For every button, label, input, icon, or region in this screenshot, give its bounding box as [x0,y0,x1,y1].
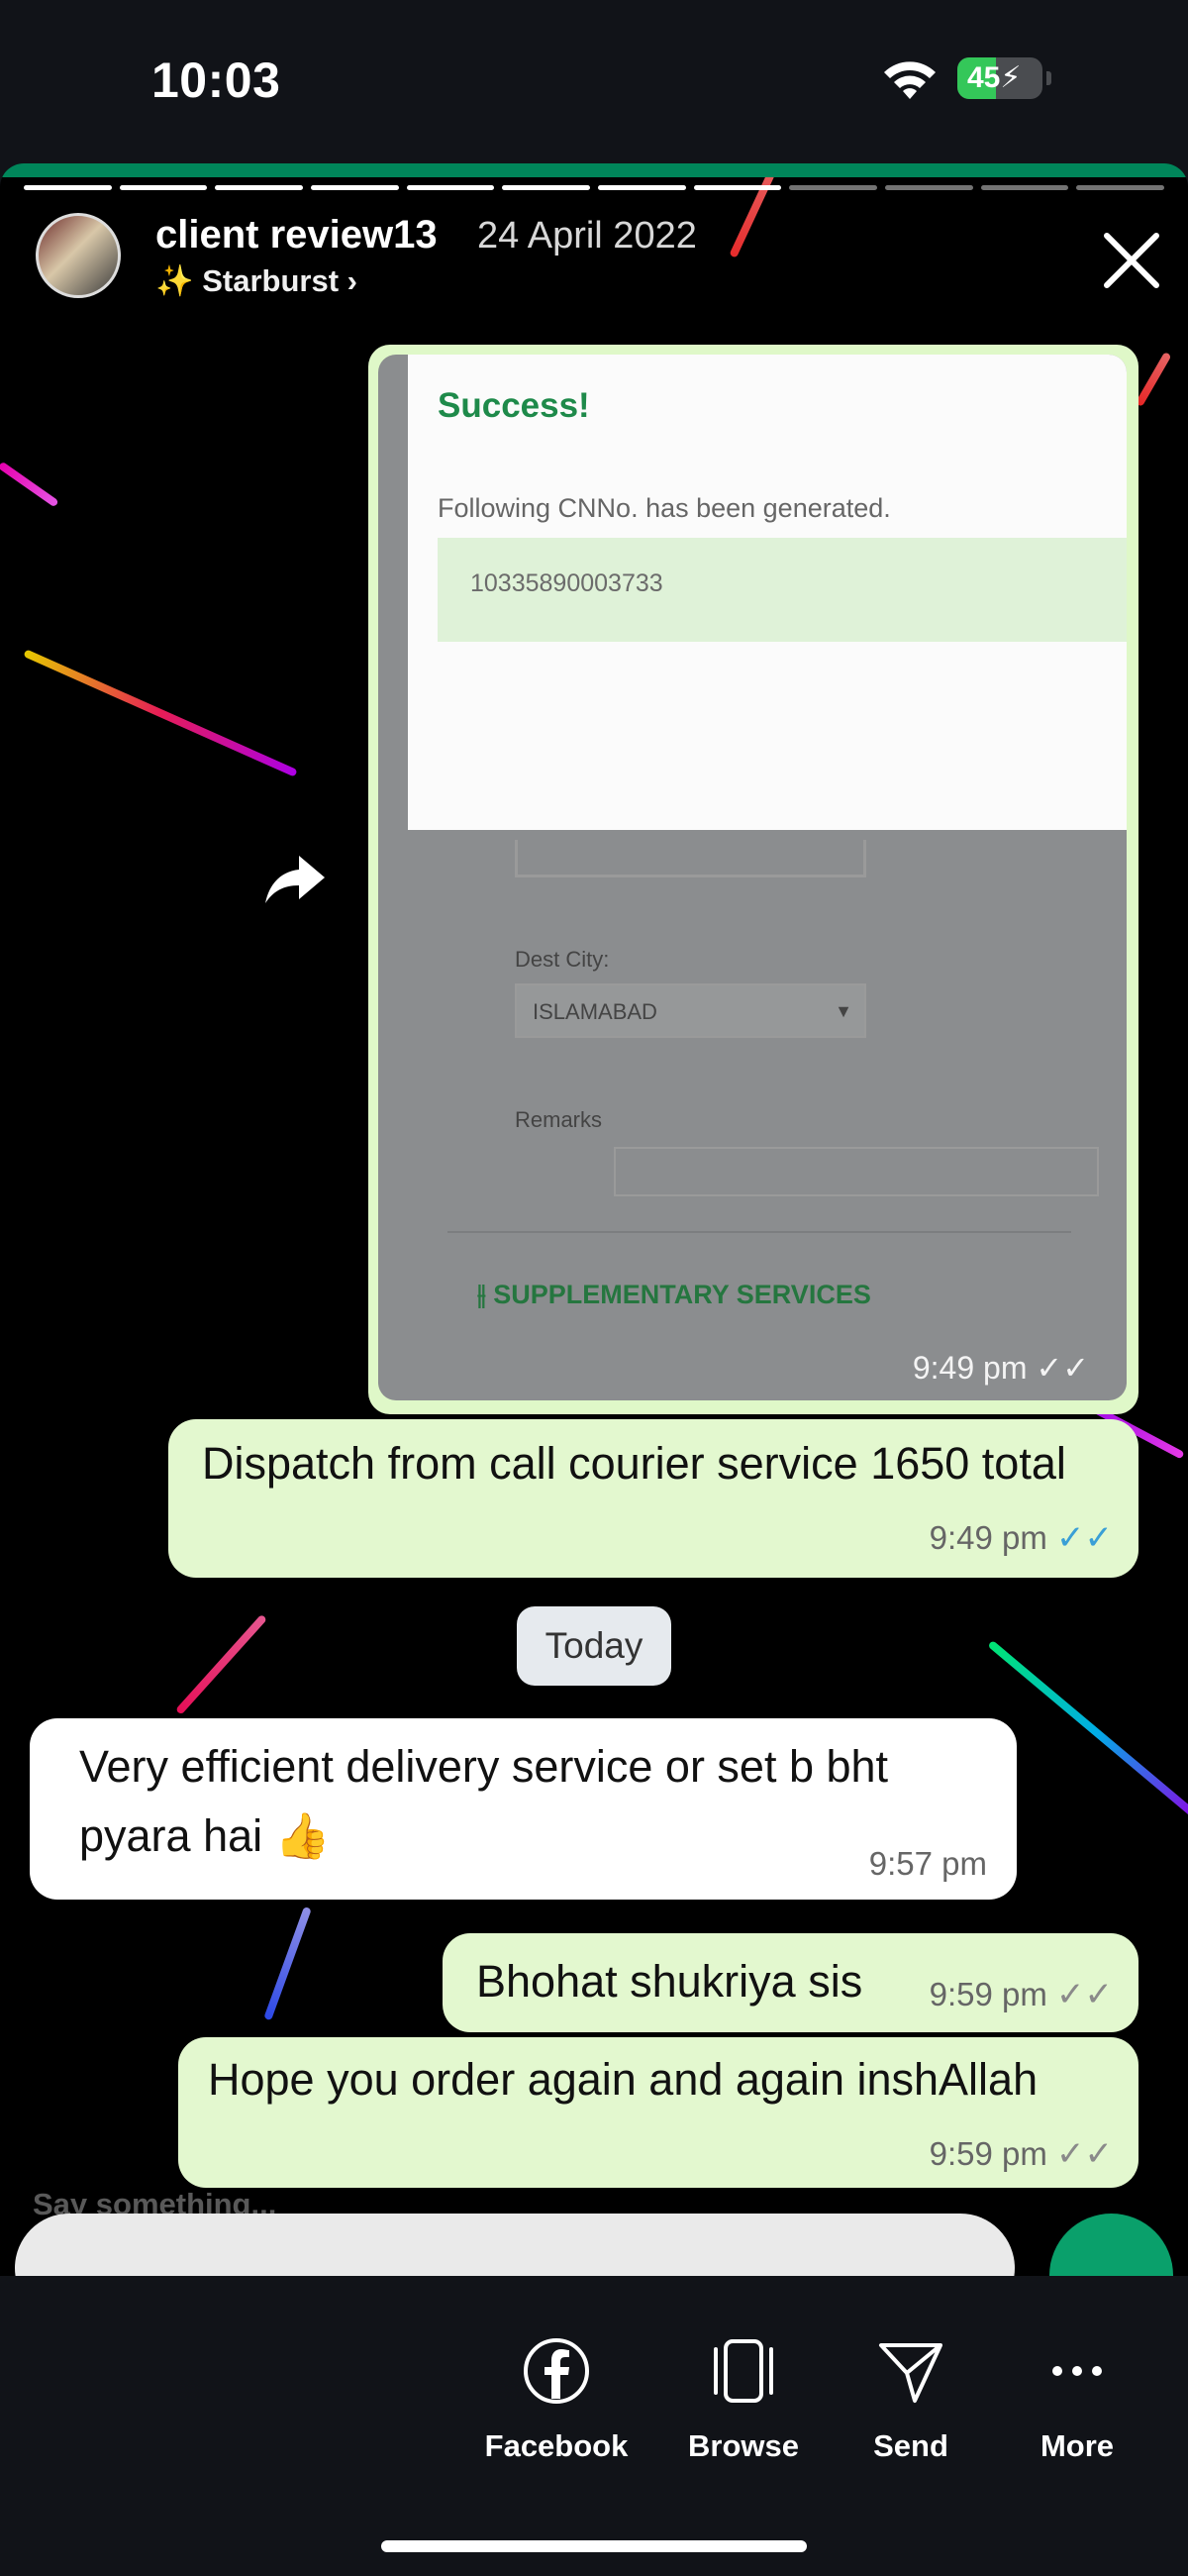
more-label: More [1040,2428,1115,2463]
image-message-bubble[interactable]: Dest City: ISLAMABAD ▼ Remarks ⫲ SUPPLEM… [368,345,1138,1414]
send-label: Send [873,2428,948,2463]
battery-icon: 45⚡ [957,57,1051,99]
cn-number: 10335890003733 [470,569,663,597]
success-dialog: Success! Following CNNo. has been genera… [408,355,1127,830]
starburst-streak [0,461,59,508]
message-meta: 9:49 pm ✓✓ [929,1519,1113,1557]
supplementary-services-label: ⫲ SUPPLEMENTARY SERVICES [477,1280,871,1309]
starburst-streak [729,163,795,258]
remarks-label: Remarks [515,1107,603,1132]
message-text: Very efficient delivery service or set b… [79,1741,889,1861]
cn-label: Following CNNo. has been generated. [438,493,891,523]
dest-city-label: Dest City: [515,947,610,972]
message-meta: 9:59 pm ✓✓ [929,2135,1113,2173]
outgoing-message-bubble[interactable]: Hope you order again and again inshAllah… [178,2037,1138,2188]
close-icon[interactable] [1099,228,1164,293]
divider [447,1231,1071,1233]
battery-level: 45⚡ [967,61,1022,94]
home-indicator[interactable] [381,2540,807,2552]
story-username[interactable]: client review13 [155,213,438,258]
starburst-streak [23,649,298,777]
starburst-streak [987,1639,1188,1825]
status-time: 10:03 [151,52,281,108]
more-icon [1052,2366,1102,2376]
starburst-streak [1135,352,1172,407]
story-progress [24,185,1165,190]
screenshot-image: Dest City: ISLAMABAD ▼ Remarks ⫲ SUPPLEM… [378,355,1127,1400]
message-time: 9:57 pm [868,1845,987,1882]
starburst-streak [175,1613,267,1715]
send-button[interactable]: Send [837,2337,985,2464]
more-button[interactable]: More [1003,2337,1151,2464]
chevron-down-icon: ▼ [835,1001,852,1021]
date-divider: Today [517,1606,671,1686]
browse-button[interactable]: Browse [669,2337,818,2464]
dest-city-select: ISLAMABAD ▼ [515,983,866,1038]
message-text: Hope you order again and again inshAllah [208,2054,1039,2105]
facebook-label: Facebook [484,2428,629,2463]
forward-icon[interactable] [263,852,327,907]
message-time: 9:49 pm ✓✓ [912,1350,1089,1386]
remarks-input [614,1147,1099,1196]
status-bar: 10:03 45⚡ [0,0,1188,163]
delivered-ticks-icon: ✓✓ [1056,1976,1113,2013]
facebook-icon [524,2338,589,2404]
delivered-ticks-icon: ✓✓ [1056,2135,1113,2173]
outgoing-message-bubble[interactable]: Dispatch from call courier service 1650 … [168,1419,1138,1578]
read-ticks-icon: ✓✓ [1056,1519,1113,1557]
starburst-streak [263,1906,312,2021]
incoming-message-bubble[interactable]: Very efficient delivery service or set b… [30,1718,1017,1900]
wifi-icon [884,61,936,99]
facebook-button[interactable]: Facebook [482,2337,631,2464]
mic-button [1049,2214,1173,2276]
form-input [515,840,866,877]
story-viewer[interactable]: client review13 24 April 2022 ✨ Starburs… [0,163,1188,2276]
outgoing-message-bubble[interactable]: Bhohat shukriya sis 9:59 pm ✓✓ [443,1933,1138,2032]
message-text: Bhohat shukriya sis [476,1956,863,2007]
filter-label[interactable]: ✨ Starburst › [155,262,357,299]
browse-label: Browse [688,2428,799,2463]
send-icon [879,2343,942,2403]
progress-track [0,163,1188,177]
message-meta: 9:59 pm ✓✓ [929,1976,1113,2013]
message-text: Dispatch from call courier service 1650 … [202,1438,1066,1489]
story-action-bar: Facebook Browse Send More [0,2276,1188,2576]
browse-icon [714,2339,773,2403]
story-date: 24 April 2022 [477,215,697,257]
avatar[interactable] [36,213,121,298]
cn-number-box: 10335890003733 [438,538,1127,642]
success-title: Success! [438,386,590,425]
message-input-background [15,2214,1015,2276]
